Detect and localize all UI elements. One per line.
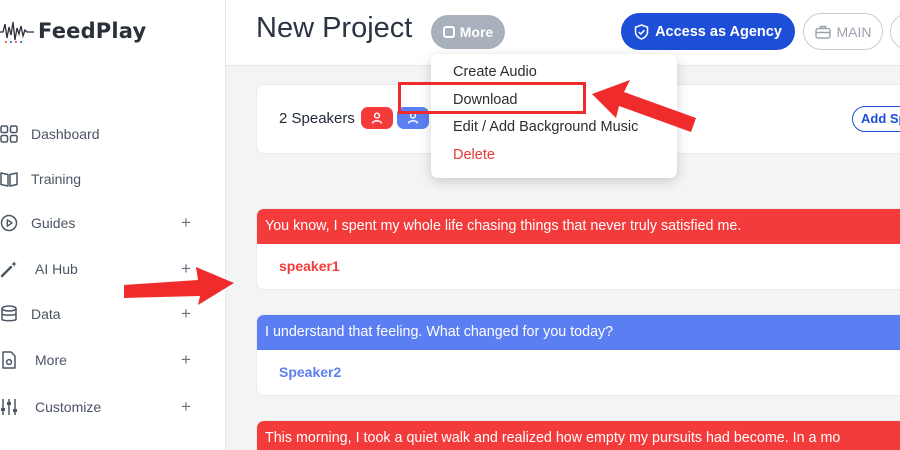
sidebar-item-label: Customize <box>35 399 102 415</box>
add-speaker-button[interactable]: Add Sp <box>852 106 900 132</box>
more-button[interactable]: More <box>431 15 505 49</box>
page-title: New Project <box>256 12 413 44</box>
speakers-count: 2 Speakers <box>279 110 355 127</box>
speaker1-badge[interactable] <box>361 107 393 129</box>
access-as-agency-button[interactable]: Access as Agency <box>621 13 795 50</box>
annotation-arrow-icon <box>124 267 234 305</box>
more-options-icon <box>442 26 455 38</box>
script-line-text[interactable]: You know, I spent my whole life chasing … <box>257 209 900 244</box>
speaker-name[interactable]: speaker1 <box>257 244 900 288</box>
sidebar-item-label: Guides <box>31 215 76 231</box>
sidebar-item-label: Data <box>31 306 61 322</box>
shield-check-icon <box>634 23 649 40</box>
menu-item-create-audio[interactable]: Create Audio <box>453 64 537 80</box>
document-gear-icon <box>2 351 16 369</box>
feedplay-logo[interactable]: FeedPlay <box>0 14 146 48</box>
book-open-icon <box>0 172 18 187</box>
download-highlight-box <box>398 82 586 114</box>
script-block[interactable]: This morning, I took a quiet walk and re… <box>256 420 900 450</box>
main-button-label: MAIN <box>836 23 872 40</box>
soundwave-logo-icon <box>0 21 34 43</box>
play-circle-icon <box>0 214 18 232</box>
sidebar-item-label: Training <box>31 171 82 187</box>
briefcase-icon <box>814 25 831 39</box>
header-extra-button[interactable] <box>890 13 900 50</box>
sidebar: FeedPlay Dashboard Training Guides + AI … <box>0 0 226 450</box>
agency-button-label: Access as Agency <box>655 23 782 40</box>
sidebar-item-guides[interactable]: Guides + <box>0 206 226 240</box>
sidebar-item-more[interactable]: More + <box>0 343 226 377</box>
sidebar-item-label: More <box>35 352 67 368</box>
sidebar-item-label: AI Hub <box>35 261 78 277</box>
dashboard-grid-icon <box>0 125 18 143</box>
sidebar-item-label: Dashboard <box>31 126 100 142</box>
app-name: FeedPlay <box>38 19 147 43</box>
expand-plus-icon[interactable]: + <box>181 350 191 370</box>
sidebar-item-customize[interactable]: Customize + <box>0 390 226 424</box>
database-icon <box>1 305 17 322</box>
menu-item-delete[interactable]: Delete <box>453 147 495 163</box>
magic-wand-icon <box>0 261 17 278</box>
sidebar-item-training[interactable]: Training <box>0 162 226 196</box>
more-button-label: More <box>459 24 494 40</box>
user-icon <box>371 112 383 124</box>
expand-plus-icon[interactable]: + <box>181 397 191 417</box>
main-workspace-button[interactable]: MAIN <box>803 13 883 50</box>
sidebar-item-dashboard[interactable]: Dashboard <box>0 117 226 151</box>
annotation-arrow-icon <box>592 80 696 132</box>
script-line-text[interactable]: This morning, I took a quiet walk and re… <box>257 421 900 450</box>
script-block[interactable]: I understand that feeling. What changed … <box>256 314 900 396</box>
script-block[interactable]: You know, I spent my whole life chasing … <box>256 208 900 290</box>
expand-plus-icon[interactable]: + <box>181 213 191 233</box>
script-line-text[interactable]: I understand that feeling. What changed … <box>257 315 900 350</box>
sliders-icon <box>1 399 17 415</box>
expand-plus-icon[interactable]: + <box>181 304 191 324</box>
speaker-name[interactable]: Speaker2 <box>257 350 900 394</box>
